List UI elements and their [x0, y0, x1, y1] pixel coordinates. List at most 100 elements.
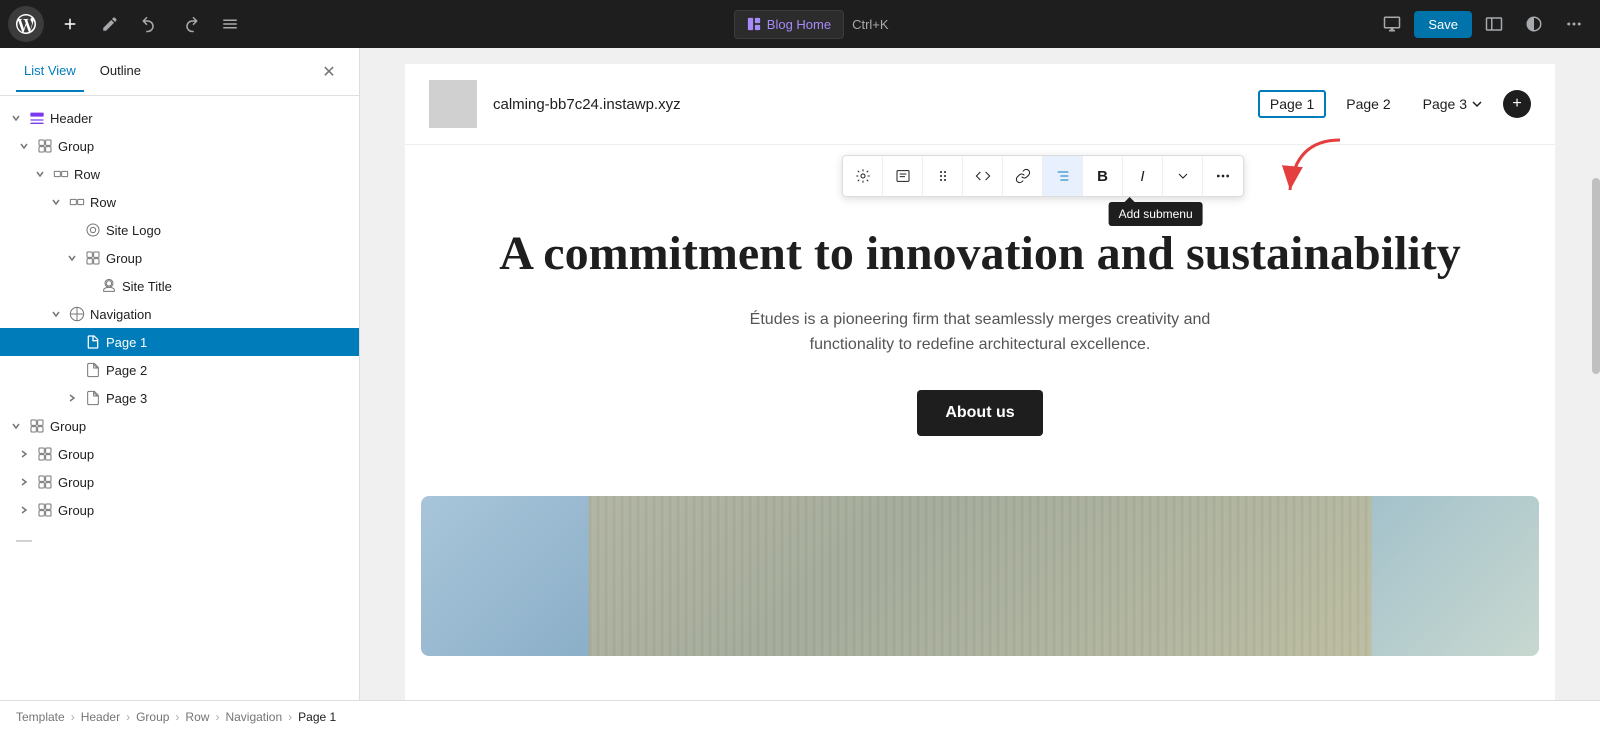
breadcrumb-sep-4: › [215, 710, 219, 724]
site-logo-placeholder [429, 80, 477, 128]
tree-item-navigation[interactable]: Navigation [0, 300, 359, 328]
add-submenu-tooltip: Add submenu [1109, 202, 1203, 226]
tree-label-navigation: Navigation [90, 307, 151, 322]
floating-toolbar: B I [842, 155, 1244, 197]
breadcrumb-bar: Template › Header › Group › Row › Naviga… [0, 700, 1600, 732]
breadcrumb-navigation[interactable]: Navigation [225, 710, 282, 724]
toolbar-code-button[interactable] [963, 156, 1003, 196]
page-1-icon [84, 333, 102, 351]
group-icon-1 [36, 137, 54, 155]
tree-item-group-4[interactable]: Group [0, 440, 359, 468]
top-bar: Blog Home Ctrl+K Save [0, 0, 1600, 48]
tree-label-page-1: Page 1 [106, 335, 147, 350]
row-icon-1 [52, 165, 70, 183]
tab-outline[interactable]: Outline [92, 51, 149, 92]
group-icon-6 [36, 501, 54, 519]
tree-item-site-logo[interactable]: Site Logo [0, 216, 359, 244]
tree-label-group-6: Group [58, 503, 94, 518]
tree-item-site-title[interactable]: Site Title [0, 272, 359, 300]
top-bar-right: Save [1374, 6, 1592, 42]
monitor-icon [1383, 15, 1401, 33]
wp-logo-icon [16, 14, 36, 34]
tree-item-group-1[interactable]: Group [0, 132, 359, 160]
toolbar-link-button[interactable] [1003, 156, 1043, 196]
redo-icon [181, 15, 199, 33]
toolbar-text-button[interactable] [883, 156, 923, 196]
image-strip [421, 496, 1539, 656]
group-icon-5 [36, 473, 54, 491]
dropdown-chevron-icon [1471, 98, 1483, 110]
chevron-header [8, 110, 24, 126]
page-2-icon [84, 361, 102, 379]
row-icon-2 [68, 193, 86, 211]
tree-label-group-2: Group [106, 251, 142, 266]
tab-list-view[interactable]: List View [16, 51, 84, 92]
tree-item-page-2[interactable]: Page 2 [0, 356, 359, 384]
breadcrumb-group[interactable]: Group [136, 710, 169, 724]
scrollbar-track [1592, 48, 1600, 700]
nav-items: Page 1 Page 2 Page 3 + [1258, 90, 1531, 118]
nav-add-button[interactable]: + [1503, 90, 1531, 118]
tree-label-header: Header [50, 111, 93, 126]
tree-item-row-1[interactable]: Row [0, 160, 359, 188]
tree-item-header[interactable]: Header [0, 104, 359, 132]
text-icon [895, 168, 911, 184]
tree-item-page-3[interactable]: Page 3 [0, 384, 359, 412]
scrollbar-thumb[interactable] [1592, 178, 1600, 374]
tree-item-page-1[interactable]: Page 1 [0, 328, 359, 356]
add-block-button[interactable] [52, 6, 88, 42]
nav-item-page-2[interactable]: Page 2 [1334, 90, 1402, 118]
canvas-inner: calming-bb7c24.instawp.xyz Page 1 Page 2… [405, 64, 1555, 704]
toolbar-settings-button[interactable] [843, 156, 883, 196]
site-title-icon [100, 277, 118, 295]
tree-item-row-2[interactable]: Row [0, 188, 359, 216]
toolbar-bold-button[interactable]: B [1083, 156, 1123, 196]
chevron-row-2 [48, 194, 64, 210]
sidebar-close-button[interactable]: ✕ [315, 58, 343, 86]
tree-label-group-3: Group [50, 419, 86, 434]
undo-button[interactable] [132, 6, 168, 42]
blog-home-button[interactable]: Blog Home [734, 10, 844, 39]
toolbar-options-button[interactable] [1203, 156, 1243, 196]
sidebar: List View Outline ✕ Header [0, 48, 360, 732]
toolbar-submenu-button[interactable] [1043, 156, 1083, 196]
toolbar-drag-button[interactable] [923, 156, 963, 196]
preview-button[interactable] [1374, 6, 1410, 42]
site-logo-icon [84, 221, 102, 239]
tree-item-group-5[interactable]: Group [0, 468, 359, 496]
toggle-sidebar-button[interactable] [1476, 6, 1512, 42]
chevron-page-3 [64, 390, 80, 406]
header-block-icon [28, 109, 46, 127]
sidebar-header: List View Outline ✕ [0, 48, 359, 96]
breadcrumb-template[interactable]: Template [16, 710, 65, 724]
tree-label-group-4: Group [58, 447, 94, 462]
tools-button[interactable] [92, 6, 128, 42]
tree-item-group-2[interactable]: Group [0, 244, 359, 272]
chevron-group-1 [16, 138, 32, 154]
breadcrumb-page-1[interactable]: Page 1 [298, 710, 336, 724]
breadcrumb-header[interactable]: Header [81, 710, 120, 724]
drag-icon [935, 168, 951, 184]
list-view-button[interactable] [212, 6, 248, 42]
nav-item-page-3[interactable]: Page 3 [1411, 90, 1495, 118]
tree-item-group-3[interactable]: Group [0, 412, 359, 440]
breadcrumb-sep-5: › [288, 710, 292, 724]
toolbar-more-button[interactable] [1163, 156, 1203, 196]
hero-cta-button[interactable]: About us [917, 390, 1042, 436]
nav-item-page-1[interactable]: Page 1 [1258, 90, 1326, 118]
tree-item-group-6[interactable]: Group [0, 496, 359, 524]
contrast-button[interactable] [1516, 6, 1552, 42]
undo-icon [141, 15, 159, 33]
chevron-group-5 [16, 474, 32, 490]
ellipsis-icon [1565, 15, 1583, 33]
save-button[interactable]: Save [1414, 11, 1472, 38]
plus-icon [61, 15, 79, 33]
blog-home-label: Blog Home [767, 17, 831, 32]
options-button[interactable] [1556, 6, 1592, 42]
toolbar-italic-button[interactable]: I [1123, 156, 1163, 196]
chevron-down-toolbar-icon [1175, 168, 1191, 184]
breadcrumb-row[interactable]: Row [185, 710, 209, 724]
wp-logo[interactable] [8, 6, 44, 42]
redo-button[interactable] [172, 6, 208, 42]
main-layout: List View Outline ✕ Header [0, 48, 1600, 732]
